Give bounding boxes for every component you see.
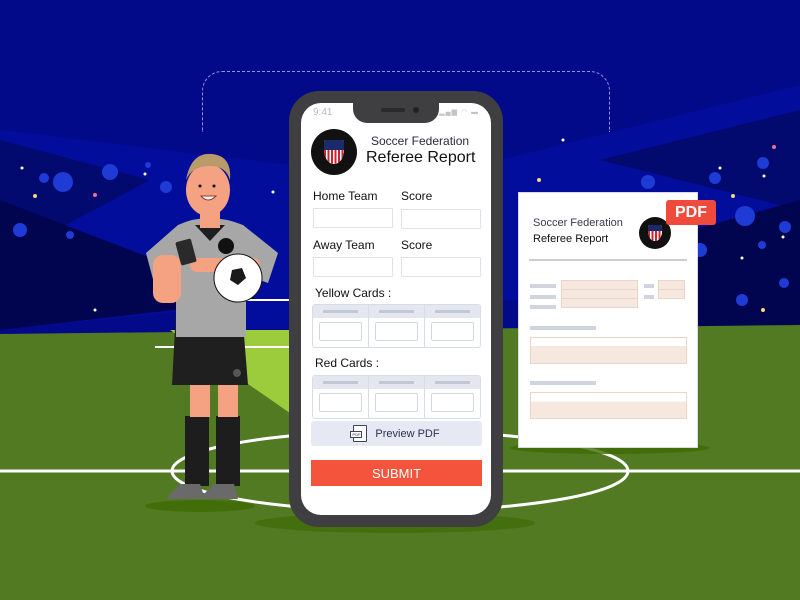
doc-line [530, 284, 556, 288]
yellow-card-input[interactable] [319, 322, 362, 341]
referee-head [186, 164, 230, 216]
app-title-main: Referee Report [366, 149, 476, 166]
pdf-badge: PDF [666, 200, 716, 225]
submit-button[interactable]: SUBMIT [311, 460, 482, 486]
status-icons: ▂▄▆ ◠ ▬ [439, 108, 479, 116]
red-card-input[interactable] [319, 393, 362, 412]
battery-icon: ▬ [471, 109, 479, 116]
home-team-label: Home Team [313, 189, 378, 203]
red-cards-label: Red Cards : [315, 356, 380, 370]
phone-screen: 9:41 ▂▄▆ ◠ ▬ Soccer Federation Referee R… [301, 103, 491, 515]
home-score-input[interactable] [401, 209, 481, 229]
status-time: 9:41 [313, 107, 333, 118]
preview-pdf-button[interactable]: PDF Preview PDF [311, 421, 482, 446]
yellow-cards-label: Yellow Cards : [315, 286, 392, 300]
doc-section-heading [530, 326, 596, 330]
home-score-label: Score [401, 189, 433, 203]
home-team-input[interactable] [313, 208, 393, 228]
yellow-card-input[interactable] [431, 322, 474, 341]
doc-table [530, 337, 687, 364]
doc-line [644, 295, 654, 299]
doc-line [530, 305, 556, 309]
preview-pdf-label: Preview PDF [375, 427, 440, 440]
pdf-document-preview: Soccer Federation Referee Report [519, 193, 697, 447]
yellow-cards-table [312, 304, 481, 348]
away-score-input[interactable] [401, 257, 481, 277]
doc-title-sub: Soccer Federation [533, 217, 623, 229]
red-card-input[interactable] [431, 393, 474, 412]
doc-field [561, 298, 638, 308]
app-title-sub: Soccer Federation [371, 134, 470, 148]
phone-notch [353, 103, 439, 123]
doc-line [644, 284, 654, 288]
yellow-card-input[interactable] [375, 322, 418, 341]
red-cards-table [312, 375, 481, 419]
away-team-input[interactable] [313, 257, 393, 277]
referee-badge [218, 238, 234, 254]
usa-soccer-logo-icon [311, 129, 357, 175]
doc-title-main: Referee Report [533, 233, 609, 245]
wifi-icon: ◠ [460, 109, 469, 116]
signal-icon: ▂▄▆ [439, 109, 458, 116]
doc-divider [529, 259, 687, 261]
doc-line [530, 295, 556, 299]
smartphone: 9:41 ▂▄▆ ◠ ▬ Soccer Federation Referee R… [289, 91, 503, 527]
away-score-label: Score [401, 238, 433, 252]
away-team-label: Away Team [313, 238, 375, 252]
pdf-file-icon: PDF [350, 425, 368, 442]
doc-table [530, 392, 687, 419]
doc-section-heading [530, 381, 596, 385]
doc-field [658, 289, 685, 299]
illustration-scene: Soccer Federation Referee Report PDF 9:4… [0, 0, 800, 600]
red-card-input[interactable] [375, 393, 418, 412]
